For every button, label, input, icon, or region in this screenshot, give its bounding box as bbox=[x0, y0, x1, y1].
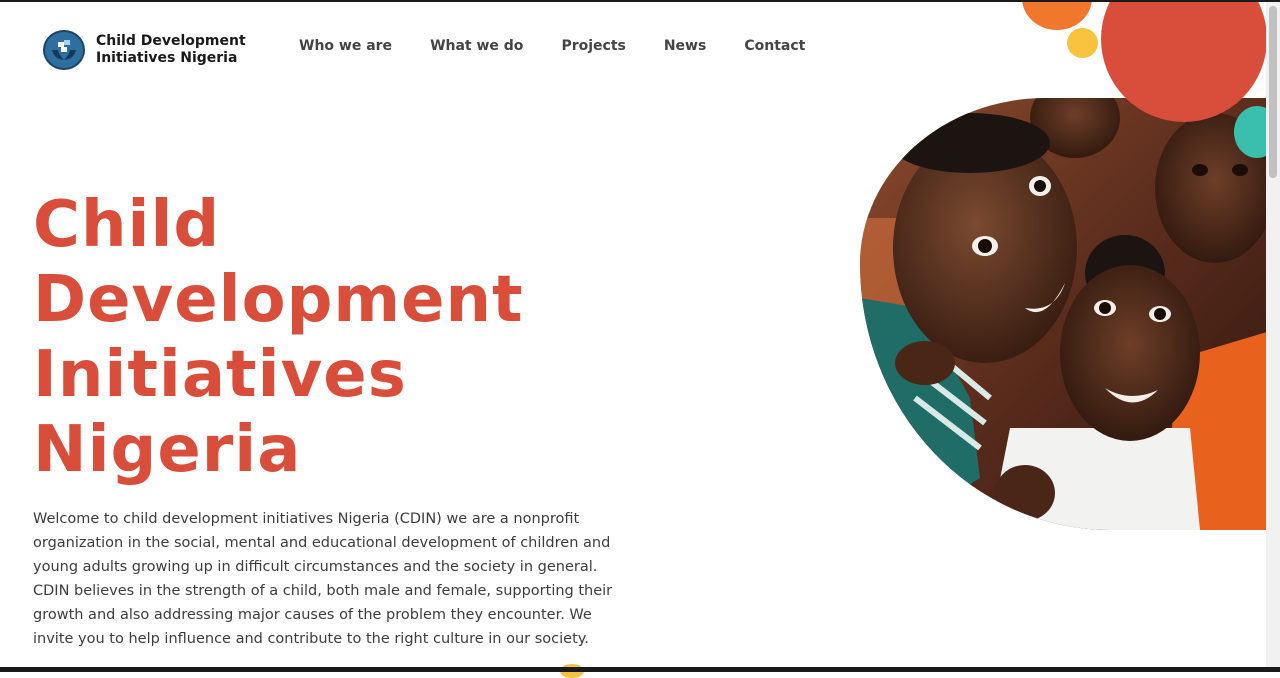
hero-title: Child Development Initiatives Nigeria bbox=[33, 188, 593, 488]
nav-what-we-do[interactable]: What we do bbox=[430, 38, 523, 54]
nav-who-we-are[interactable]: Who we are bbox=[299, 38, 392, 54]
site-logo[interactable]: Child Development Initiatives Nigeria bbox=[43, 30, 246, 70]
scrollbar-thumb[interactable] bbox=[1269, 6, 1277, 178]
nav-news[interactable]: News bbox=[664, 38, 706, 54]
logo-line-2: Initiatives Nigeria bbox=[96, 50, 238, 66]
nav-projects[interactable]: Projects bbox=[561, 38, 625, 54]
decor-circle-yellow bbox=[1067, 28, 1098, 58]
hero-title-line: Development bbox=[33, 263, 524, 337]
page-scrollbar[interactable] bbox=[1266, 2, 1280, 667]
main-nav: Who we are What we do Projects News Cont… bbox=[299, 38, 843, 54]
hero-description: Welcome to child development initiatives… bbox=[33, 511, 613, 647]
hands-holding-figures-icon bbox=[43, 30, 85, 70]
window-bottom-edge bbox=[0, 667, 1280, 672]
hero-title-line: Initiatives bbox=[33, 338, 407, 412]
logo-line-1: Child Development bbox=[96, 33, 246, 49]
nav-contact[interactable]: Contact bbox=[744, 38, 805, 54]
hero-title-line: Child bbox=[33, 188, 221, 262]
window-top-edge bbox=[0, 0, 1280, 2]
smiling-children-photo bbox=[860, 98, 1280, 530]
hero-title-line: Nigeria bbox=[33, 413, 302, 487]
decor-circle-orange bbox=[1022, 0, 1092, 30]
logo-text: Child Development Initiatives Nigeria bbox=[96, 33, 246, 67]
